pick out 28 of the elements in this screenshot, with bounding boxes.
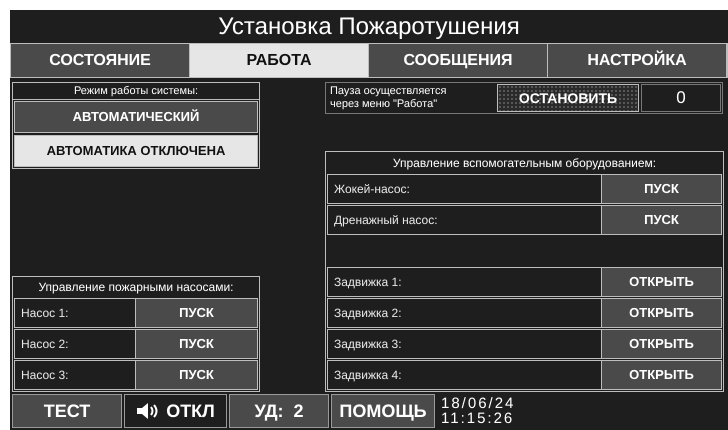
section-title: Управление вспомогательным оборудованием: xyxy=(392,155,658,172)
action-button[interactable]: ПУСК xyxy=(601,175,721,203)
tab[interactable]: РАБОТА xyxy=(190,44,369,77)
section-title: Режим работы системы: xyxy=(13,83,259,100)
bar-button[interactable]: ПОМОЩЬ xyxy=(331,394,435,428)
time-text: 11:15:26 xyxy=(441,411,516,426)
window-title: Установка Пожаротушения xyxy=(218,12,520,42)
mode-button[interactable]: АВТОМАТИЧЕСКИЙ xyxy=(14,101,258,133)
date-text: 18/06/24 xyxy=(441,396,516,411)
section-title: Управление пожарными насосами: xyxy=(37,279,235,296)
pause-note: Пауза осуществляется через меню "Работа" xyxy=(329,84,448,112)
action-button[interactable]: ОТКРЫТЬ xyxy=(601,361,721,389)
sound-button[interactable]: ОТКЛ xyxy=(124,394,227,428)
action-button[interactable]: ПУСК xyxy=(601,206,721,234)
counter-display: 0 xyxy=(641,84,721,112)
action-button[interactable]: ОТКРЫТЬ xyxy=(601,299,721,327)
bar-button[interactable]: ТЕСТ xyxy=(12,394,122,428)
action-button[interactable]: ПУСК xyxy=(135,330,257,358)
action-button[interactable]: ОТКРЫТЬ xyxy=(601,330,721,358)
action-button[interactable]: ПУСК xyxy=(135,361,257,389)
action-button[interactable]: ОТКРЫТЬ xyxy=(601,268,721,296)
bar-button[interactable]: УД: 2 xyxy=(229,394,329,428)
tab[interactable]: СОСТОЯНИЕ xyxy=(11,44,190,77)
tab[interactable]: НАСТРОЙКА xyxy=(548,44,727,77)
tab[interactable]: СООБЩЕНИЯ xyxy=(369,44,548,77)
stop-button[interactable]: ОСТАНОВИТЬ xyxy=(497,84,639,112)
mode-button[interactable]: АВТОМАТИКА ОТКЛЮЧЕНА xyxy=(14,135,258,167)
action-button[interactable]: ПУСК xyxy=(135,299,257,327)
